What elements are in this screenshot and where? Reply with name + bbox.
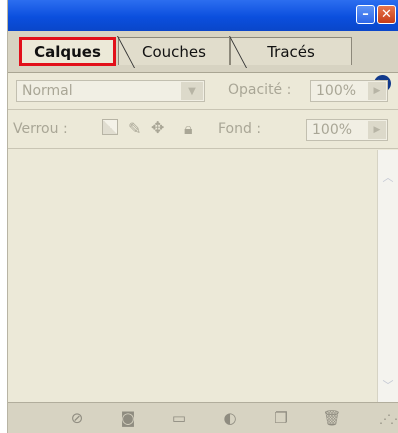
tab-label: Calques (34, 42, 101, 61)
blend-mode-value: Normal (22, 83, 73, 99)
tab-edge (229, 36, 250, 68)
fill-slider-arrow-icon[interactable]: ▶ (368, 121, 386, 139)
lock-image-pixels-icon[interactable]: ✎ (128, 119, 141, 138)
fill-field[interactable]: 100% ▶ (306, 119, 388, 141)
layers-panel: – ✕ Calques Couches Tracés ▶ Normal ▼ Op… (7, 0, 398, 433)
lock-label: Verrou : (13, 121, 68, 137)
tab-paths[interactable]: Tracés (229, 36, 352, 68)
new-group-icon[interactable]: ▭ (170, 409, 188, 427)
scroll-up-icon[interactable]: ︿ (380, 168, 396, 185)
blend-opacity-row: Normal ▼ Opacité : 100% ▶ (8, 72, 398, 110)
minimize-icon[interactable]: – (356, 5, 375, 24)
bottom-toolbar: ⊘ ◙ ▭ ◐ ❐ 🗑︎ ⋰⋰ (8, 402, 398, 433)
lock-fill-row: Verrou : ✎ ✥ 🔒︎ Fond : 100% ▶ (8, 111, 398, 149)
close-icon[interactable]: ✕ (377, 5, 396, 24)
lock-transparent-pixels-icon[interactable] (102, 119, 118, 135)
trash-icon[interactable]: 🗑︎ (322, 409, 341, 427)
vertical-scrollbar[interactable]: ︿ ﹀ (377, 150, 398, 402)
lock-position-icon[interactable]: ✥ (151, 118, 164, 137)
layers-list[interactable] (8, 150, 377, 402)
title-bar[interactable]: – ✕ (8, 0, 398, 31)
tab-label: Tracés (267, 42, 315, 61)
lock-all-icon[interactable]: 🔒︎ (184, 119, 193, 139)
opacity-slider-arrow-icon[interactable]: ▶ (368, 82, 386, 100)
tab-layers[interactable]: Calques (19, 37, 116, 66)
fill-label: Fond : (218, 121, 262, 137)
scroll-down-icon[interactable]: ﹀ (380, 376, 396, 393)
fill-value: 100% (312, 122, 353, 138)
tab-channels[interactable]: Couches (117, 36, 230, 68)
new-layer-icon[interactable]: ❐ (272, 409, 290, 427)
opacity-field[interactable]: 100% ▶ (310, 80, 388, 102)
opacity-label: Opacité : (228, 82, 292, 98)
tab-edge (117, 36, 138, 68)
chevron-down-icon[interactable]: ▼ (181, 82, 203, 100)
layer-style-icon[interactable]: ⊘ (68, 409, 86, 427)
new-fill-adjustment-icon[interactable]: ◐ (221, 409, 239, 427)
add-mask-icon[interactable]: ◙ (119, 409, 137, 427)
resize-grip-icon[interactable]: ⋰⋰ (379, 412, 398, 426)
tab-label: Couches (142, 42, 206, 61)
tab-strip: Calques Couches Tracés ▶ (8, 31, 398, 92)
blend-mode-select[interactable]: Normal ▼ (16, 80, 205, 102)
opacity-value: 100% (316, 83, 357, 99)
